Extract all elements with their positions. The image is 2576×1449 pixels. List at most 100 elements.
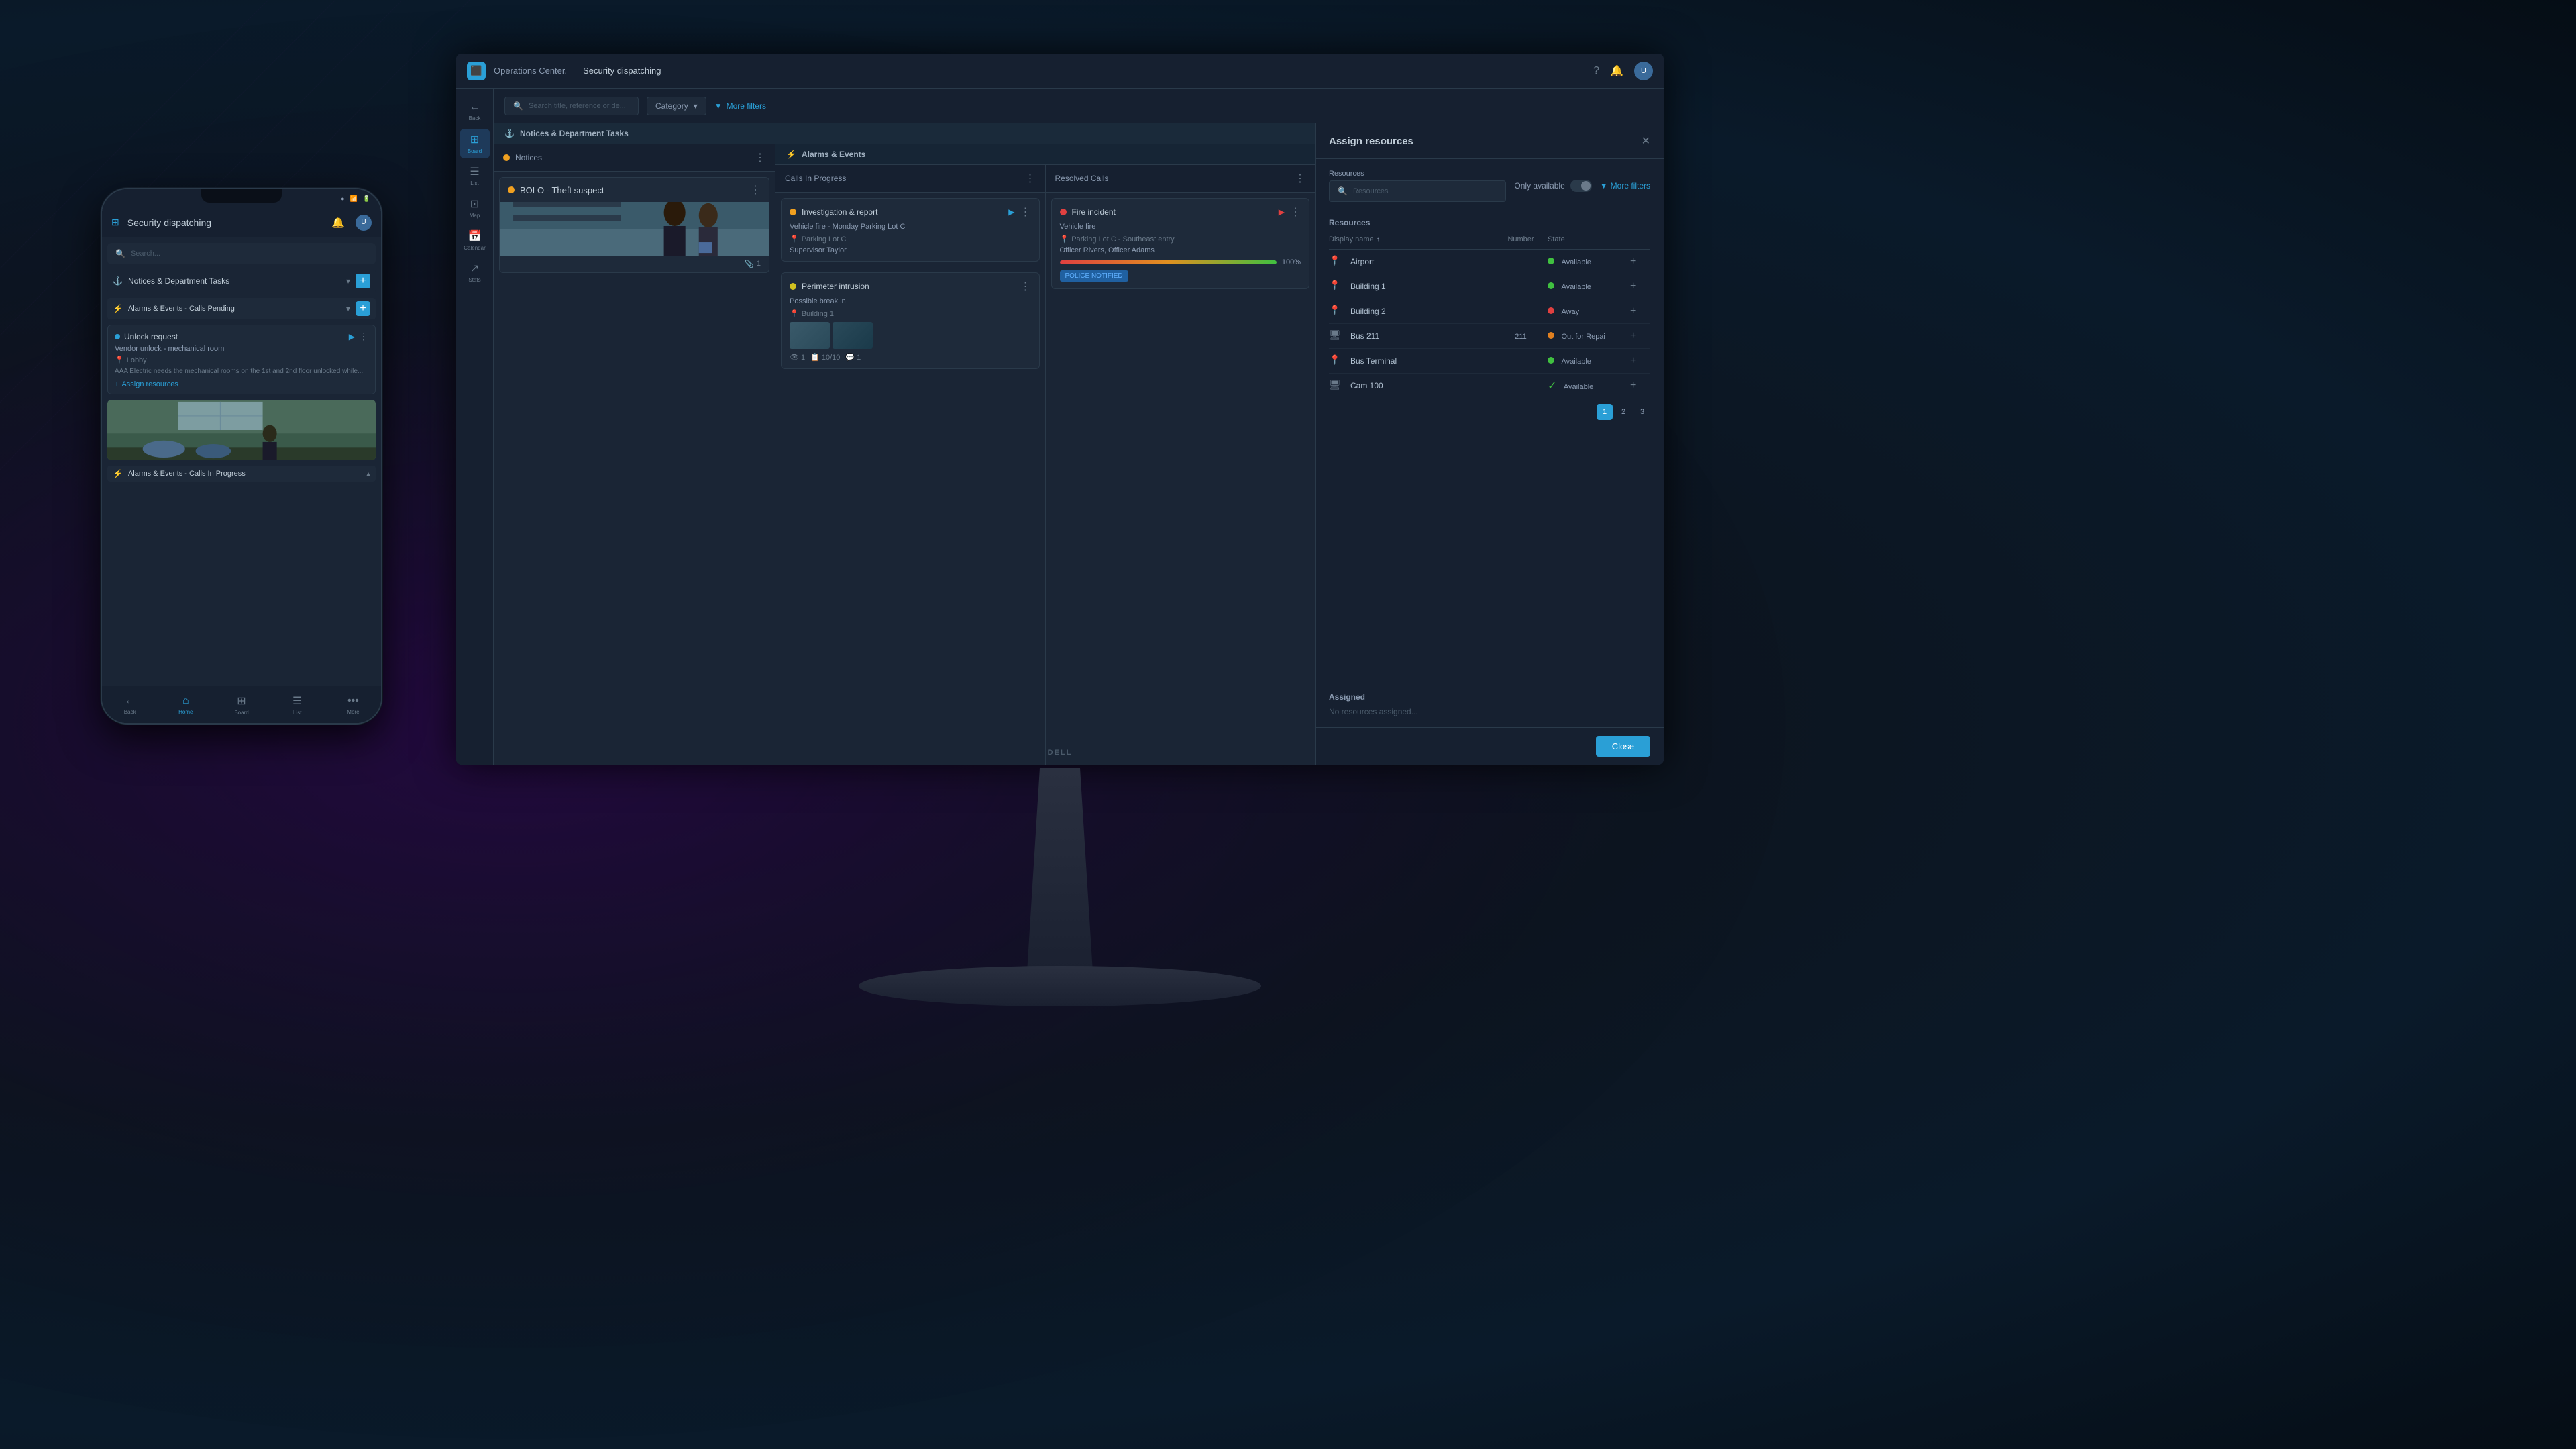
assign-search-input[interactable]: 🔍 Resources [1329, 180, 1506, 202]
fire-location-pin-icon: 📍 [1060, 235, 1069, 244]
fire-progress-bar [1060, 260, 1277, 264]
assign-close-button[interactable]: Close [1596, 736, 1650, 757]
phone-nav-more-label: More [347, 709, 359, 715]
bus211-add-button[interactable]: + [1630, 330, 1636, 341]
phone-unlock-play-icon[interactable]: ▶ [349, 332, 355, 341]
phone-nav-home-icon: ⌂ [182, 695, 189, 707]
search-box[interactable]: 🔍 Search title, reference or de... [504, 97, 639, 115]
phone-screen: ● 📶 🔋 ⊞ Security dispatching 🔔 U 🔍 Searc… [102, 189, 381, 723]
assign-more-filters-button[interactable]: ▼ More filters [1600, 181, 1650, 191]
toggle-knob [1581, 181, 1591, 191]
phone-nav-bar: ← Back ⌂ Home ⊞ Board ☰ List ••• More [102, 686, 381, 723]
sidebar-item-map[interactable]: ⊡ Map [460, 193, 490, 223]
bolo-notice-card: BOLO - Theft suspect ⋮ [499, 177, 769, 273]
stats-icon: ↗ [470, 262, 479, 275]
phone-room-image [107, 400, 376, 460]
assign-search-label: Resources [1329, 170, 1506, 178]
notices-menu-icon[interactable]: ⋮ [755, 151, 765, 164]
police-notified-badge: POLICE NOTIFIED [1060, 270, 1128, 282]
building2-status-dot [1548, 307, 1554, 314]
phone-calls-progress-chevron-icon: ▴ [366, 469, 370, 478]
toggle-switch[interactable] [1570, 180, 1592, 192]
titlebar-actions: ? 🔔 U [1593, 62, 1653, 80]
bolo-footer: 📎 1 [500, 256, 769, 272]
phone-calls-pending-header[interactable]: ⚡ Alarms & Events - Calls Pending ▾ + [107, 298, 376, 319]
phone-nav-board[interactable]: ⊞ Board [213, 694, 269, 716]
building2-add-button[interactable]: + [1630, 305, 1636, 317]
help-icon[interactable]: ? [1593, 65, 1599, 77]
perimeter-task-card: Perimeter intrusion ⋮ Possible break in … [781, 272, 1040, 369]
perimeter-menu-icon[interactable]: ⋮ [1020, 280, 1031, 293]
phone-bell-icon[interactable]: 🔔 [331, 216, 345, 229]
phone-calls-progress-header[interactable]: ⚡ Alarms & Events - Calls In Progress ▴ [107, 466, 376, 482]
cam100-state-text: Available [1564, 383, 1593, 391]
investigation-play-icon[interactable]: ▶ [1008, 207, 1014, 217]
page-1-button[interactable]: 1 [1597, 404, 1613, 420]
fire-status-dot [1060, 209, 1067, 215]
alarms-section-title: Alarms & Events [802, 150, 865, 159]
sidebar-item-stats[interactable]: ↗ Stats [460, 258, 490, 287]
phone-notices-section-header[interactable]: ⚓ Notices & Department Tasks ▾ + [107, 270, 376, 292]
sidebar-item-board[interactable]: ⊞ Board [460, 129, 490, 158]
phone-calls-pending-add-button[interactable]: + [356, 301, 370, 316]
investigation-body: Vehicle fire - Monday Parking Lot C [790, 223, 1031, 231]
phone-search-bar[interactable]: 🔍 Search... [107, 243, 376, 264]
resolved-calls-menu[interactable]: ⋮ [1295, 172, 1305, 185]
bolo-menu-icon[interactable]: ⋮ [750, 183, 761, 197]
phone-unlock-location: 📍 Lobby [115, 356, 368, 364]
police-badge: POLICE NOTIFIED [1060, 266, 1301, 282]
user-avatar[interactable]: U [1634, 62, 1653, 80]
category-select[interactable]: Category ▾ [647, 97, 706, 115]
phone-unlock-menu-icon[interactable]: ⋮ [359, 331, 368, 342]
sidebar-item-calendar[interactable]: 📅 Calendar [460, 225, 490, 255]
calls-in-progress-header: Calls In Progress ⋮ [775, 165, 1045, 193]
app-titlebar: ⬛ Operations Center. Security dispatchin… [456, 54, 1664, 89]
airport-add-col: + [1630, 256, 1650, 268]
cam100-state-col: ✓ Available [1548, 379, 1630, 392]
assign-panel-close-icon[interactable]: ✕ [1642, 134, 1650, 148]
phone-nav-back[interactable]: ← Back [102, 695, 158, 715]
investigation-menu-icon[interactable]: ⋮ [1020, 205, 1031, 219]
page-2-button[interactable]: 2 [1615, 404, 1631, 420]
sidebar-label-map: Map [470, 213, 480, 219]
building1-add-button[interactable]: + [1630, 280, 1636, 292]
page-3-button[interactable]: 3 [1634, 404, 1650, 420]
airport-name-col: 📍 Airport [1329, 255, 1494, 268]
col-display-name-label: Display name [1329, 235, 1374, 244]
bell-icon[interactable]: 🔔 [1610, 64, 1623, 78]
cam100-name-col: 🖥 Cam 100 [1329, 379, 1494, 392]
phone-nav-more[interactable]: ••• More [325, 695, 381, 715]
perimeter-card-header: Perimeter intrusion ⋮ [790, 280, 1031, 293]
phone-nav-home[interactable]: ⌂ Home [158, 695, 213, 715]
calls-in-progress-column: Calls In Progress ⋮ Investig [775, 165, 1046, 765]
sidebar-item-list[interactable]: ☰ List [460, 161, 490, 191]
building2-name-col: 📍 Building 2 [1329, 305, 1494, 318]
notices-header-label: Notices [515, 153, 542, 162]
phone-avatar[interactable]: U [356, 215, 372, 231]
phone-nav-back-label: Back [124, 709, 136, 715]
fire-progress: 100% [1060, 258, 1301, 266]
sidebar-item-back[interactable]: ← Back [460, 97, 490, 126]
more-filters-button[interactable]: ▼ More filters [714, 101, 766, 111]
monitor-container: ⬛ Operations Center. Security dispatchin… [456, 54, 1731, 993]
building1-name: Building 1 [1350, 282, 1386, 291]
phone-search-icon: 🔍 [115, 249, 125, 258]
fire-menu-icon[interactable]: ⋮ [1290, 205, 1301, 219]
fire-play-icon[interactable]: ▶ [1279, 207, 1285, 217]
bus211-name-col: 🖥 Bus 211 [1329, 329, 1494, 343]
cam100-add-button[interactable]: + [1630, 380, 1636, 391]
notices-dot [503, 154, 510, 161]
phone-alarm-icon: ⚡ [113, 304, 123, 313]
airport-add-button[interactable]: + [1630, 256, 1636, 267]
bus-terminal-status-dot [1548, 357, 1554, 364]
phone-app-title: Security dispatching [127, 217, 326, 228]
phone-assign-link[interactable]: + Assign resources [115, 380, 368, 388]
calls-in-progress-menu[interactable]: ⋮ [1025, 172, 1036, 185]
phone-nav-list[interactable]: ☰ List [270, 694, 325, 716]
perimeter-body: Possible break in [790, 297, 1031, 305]
phone-nav-more-icon: ••• [347, 695, 359, 707]
bus-terminal-add-button[interactable]: + [1630, 355, 1636, 366]
sort-arrow-icon[interactable]: ↑ [1377, 236, 1380, 244]
bus211-number-text: 211 [1515, 333, 1527, 341]
phone-notices-add-button[interactable]: + [356, 274, 370, 288]
